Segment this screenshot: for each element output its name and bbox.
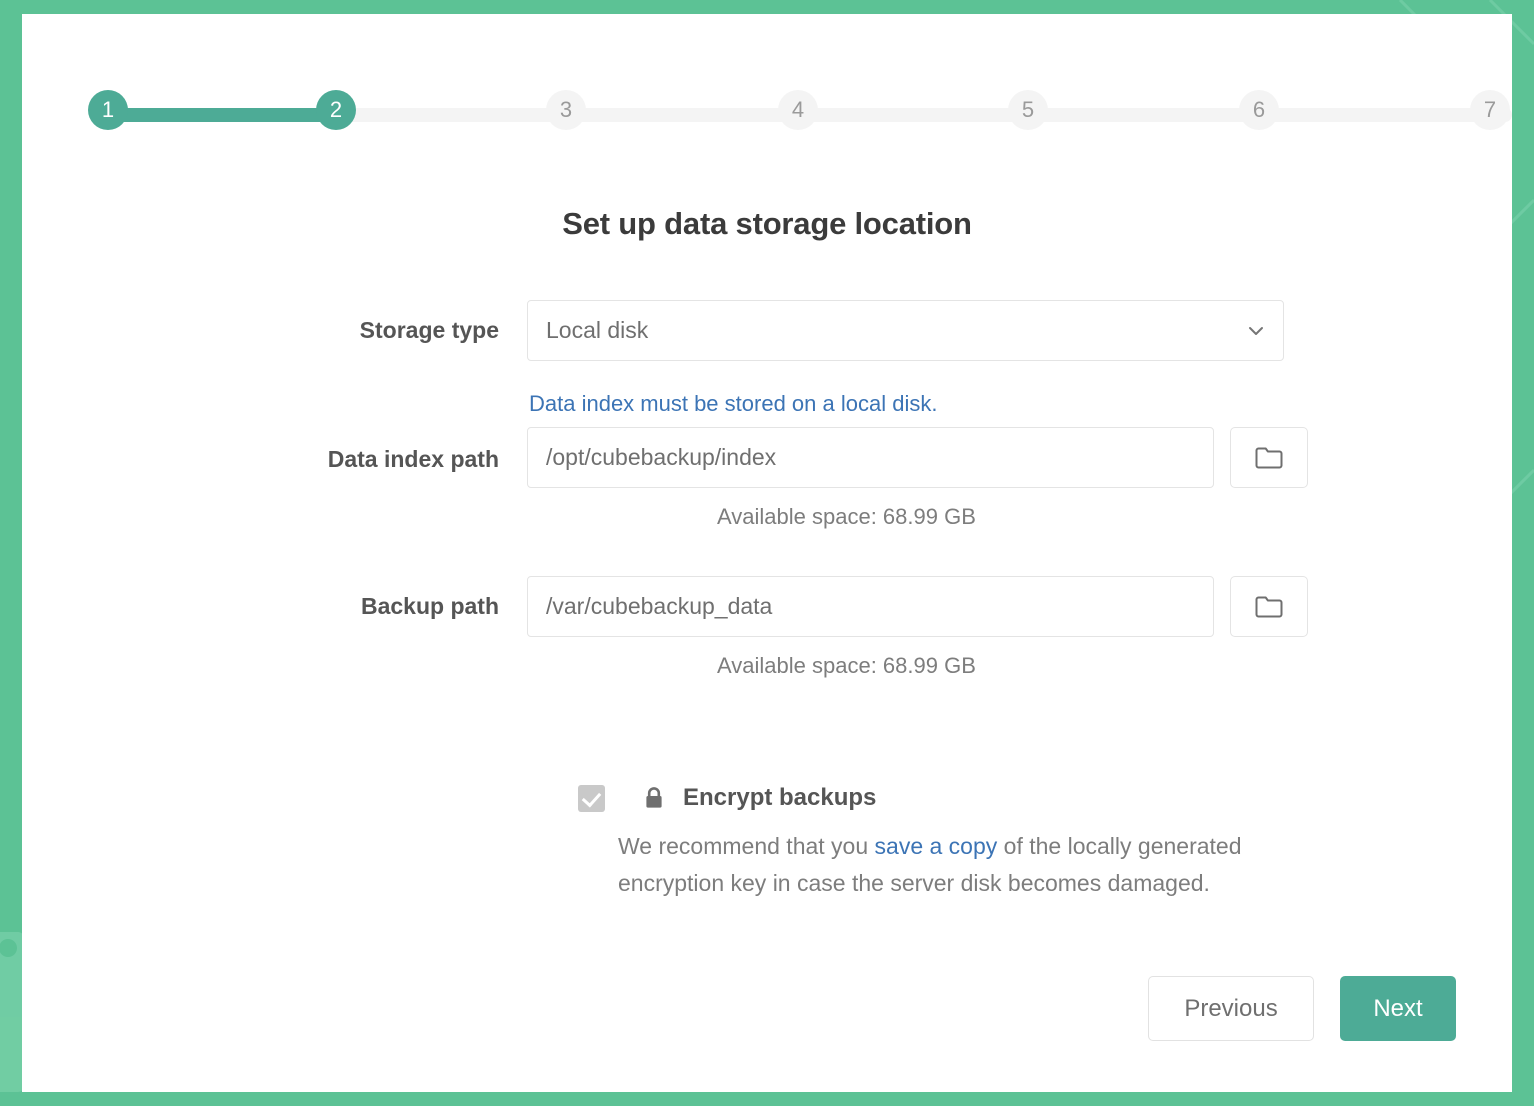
data-index-path-input[interactable]: /opt/cubebackup/index bbox=[527, 427, 1214, 488]
folder-icon bbox=[1254, 445, 1284, 471]
encrypt-backups-title: Encrypt backups bbox=[683, 784, 876, 812]
step-indicator-6[interactable]: 6 bbox=[1239, 90, 1279, 130]
stepper-progress-fill bbox=[108, 108, 336, 122]
step-number-1: 1 bbox=[102, 99, 114, 121]
backup-path-available-space: Available space: 68.99 GB bbox=[527, 653, 1512, 679]
data-index-browse-button[interactable] bbox=[1230, 427, 1308, 488]
data-index-path-row: Data index path Data index must be store… bbox=[22, 373, 1512, 530]
lock-icon bbox=[644, 786, 664, 810]
encrypt-backups-checkbox[interactable] bbox=[578, 785, 605, 812]
backup-path-value: /var/cubebackup_data bbox=[546, 593, 772, 620]
step-indicator-7[interactable]: 7 bbox=[1470, 90, 1510, 130]
backup-path-input[interactable]: /var/cubebackup_data bbox=[527, 576, 1214, 637]
encrypt-desc-before: We recommend that you bbox=[618, 833, 875, 859]
step-indicator-2[interactable]: 2 bbox=[316, 90, 356, 130]
storage-type-row: Storage type Local disk bbox=[22, 300, 1512, 361]
step-indicator-4[interactable]: 4 bbox=[778, 90, 818, 130]
step-number-4: 4 bbox=[792, 99, 804, 121]
step-number-5: 5 bbox=[1022, 99, 1034, 121]
data-index-hint: Data index must be stored on a local dis… bbox=[529, 391, 1512, 417]
encrypt-backups-description: We recommend that you save a copy of the… bbox=[578, 828, 1338, 902]
previous-button[interactable]: Previous bbox=[1148, 976, 1314, 1041]
step-number-7: 7 bbox=[1484, 99, 1496, 121]
wizard-stepper: 1 2 3 4 5 6 7 bbox=[88, 90, 1512, 150]
step-number-6: 6 bbox=[1253, 99, 1265, 121]
storage-type-label: Storage type bbox=[22, 300, 527, 360]
chevron-down-icon bbox=[1245, 320, 1267, 342]
next-button[interactable]: Next bbox=[1340, 976, 1456, 1041]
backup-path-browse-button[interactable] bbox=[1230, 576, 1308, 637]
step-number-2: 2 bbox=[330, 99, 342, 121]
save-a-copy-link[interactable]: save a copy bbox=[875, 833, 998, 859]
step-indicator-3[interactable]: 3 bbox=[546, 90, 586, 130]
step-indicator-5[interactable]: 5 bbox=[1008, 90, 1048, 130]
storage-type-value: Local disk bbox=[546, 317, 648, 344]
folder-icon bbox=[1254, 594, 1284, 620]
wizard-footer: Previous Next bbox=[1148, 976, 1456, 1041]
backup-path-label: Backup path bbox=[22, 576, 527, 636]
storage-settings-form: Storage type Local disk Data index path … bbox=[22, 300, 1512, 679]
data-index-path-label: Data index path bbox=[22, 373, 527, 489]
encrypt-backups-section: Encrypt backups We recommend that you sa… bbox=[578, 784, 1398, 902]
storage-type-select[interactable]: Local disk bbox=[527, 300, 1284, 361]
page-title: Set up data storage location bbox=[22, 206, 1512, 242]
data-index-available-space: Available space: 68.99 GB bbox=[527, 504, 1512, 530]
step-number-3: 3 bbox=[560, 99, 572, 121]
step-indicator-1[interactable]: 1 bbox=[88, 90, 128, 130]
backup-path-row: Backup path /var/cubebackup_data Avail bbox=[22, 576, 1512, 679]
data-index-path-value: /opt/cubebackup/index bbox=[546, 444, 776, 471]
setup-wizard-card: 1 2 3 4 5 6 7 Set up data storage locati… bbox=[22, 14, 1512, 1092]
